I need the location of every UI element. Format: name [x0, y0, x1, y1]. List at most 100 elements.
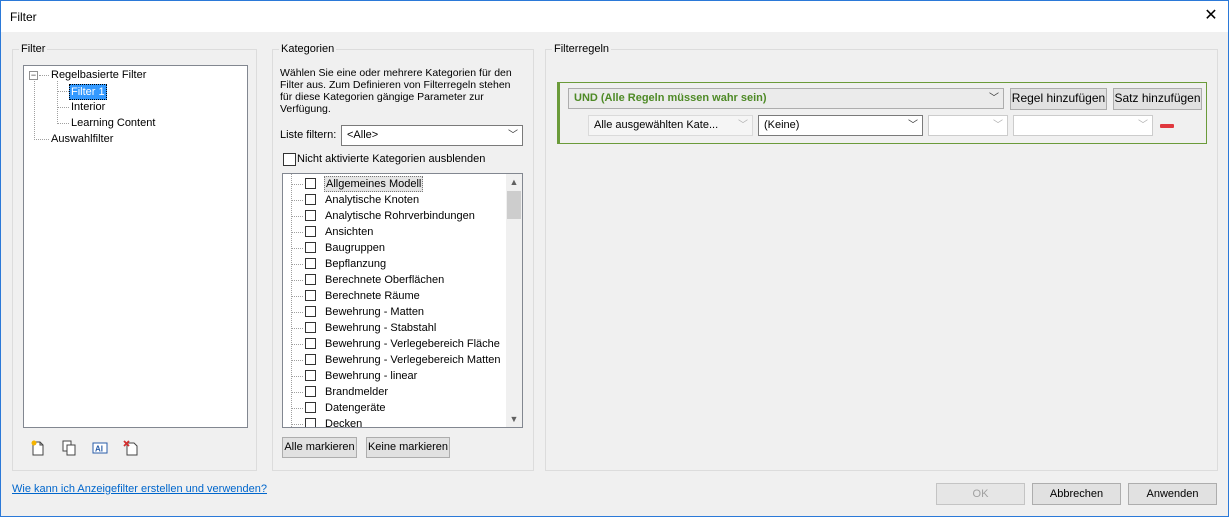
list-item[interactable]: Baugruppen — [283, 240, 505, 256]
new-filter-icon[interactable] — [30, 440, 46, 456]
category-checkbox[interactable] — [305, 210, 316, 221]
list-item[interactable]: Bewehrung - linear — [283, 368, 505, 384]
rule-category-value: Alle ausgewählten Kate... — [594, 119, 719, 131]
rule-parameter-value: (Keine) — [764, 119, 800, 131]
category-checkbox[interactable] — [305, 178, 316, 189]
category-checkbox[interactable] — [305, 258, 316, 269]
list-item[interactable]: Datengeräte — [283, 400, 505, 416]
add-set-button[interactable]: Satz hinzufügen — [1113, 88, 1202, 110]
rule-set: UND (Alle Regeln müssen wahr sein) ﹀ Reg… — [557, 82, 1207, 144]
hide-unchecked-checkbox[interactable] — [283, 153, 296, 166]
category-label: Allgemeines Modell — [324, 176, 424, 192]
chevron-down-icon: ﹀ — [508, 130, 518, 141]
help-link[interactable]: Wie kann ich Anzeigefilter erstellen und… — [12, 483, 267, 495]
category-checkbox[interactable] — [305, 290, 316, 301]
category-label: Bewehrung - Stabstahl — [325, 322, 437, 334]
list-item[interactable]: Berechnete Räume — [283, 288, 505, 304]
category-label: Baugruppen — [325, 242, 385, 254]
category-label: Datengeräte — [325, 402, 386, 414]
category-checkbox[interactable] — [305, 322, 316, 333]
category-label: Analytische Knoten — [325, 194, 420, 206]
list-item[interactable]: Bewehrung - Verlegebereich Fläche — [283, 336, 505, 352]
category-checkbox[interactable] — [305, 386, 316, 397]
category-checkbox[interactable] — [305, 338, 316, 349]
hide-unchecked-label[interactable]: Nicht aktivierte Kategorien ausblenden — [297, 153, 485, 165]
category-checkbox[interactable] — [305, 402, 316, 413]
tree-item-filter-1[interactable]: Filter 1 — [69, 84, 107, 100]
check-none-button[interactable]: Keine markieren — [366, 437, 450, 458]
scroll-up-icon[interactable]: ▲ — [506, 174, 522, 190]
list-item[interactable]: Bewehrung - Matten — [283, 304, 505, 320]
filter-tree[interactable]: − Regelbasierte Filter Filter 1 Interior… — [23, 65, 248, 428]
rule-operator-select[interactable]: ﹀ — [928, 115, 1008, 136]
category-checkbox[interactable] — [305, 226, 316, 237]
tree-item-learning-content[interactable]: Learning Content — [71, 116, 155, 130]
duplicate-filter-icon[interactable] — [61, 440, 77, 456]
add-rule-button[interactable]: Regel hinzufügen — [1010, 88, 1107, 110]
list-item[interactable]: Analytische Knoten — [283, 192, 505, 208]
list-item[interactable]: Berechnete Oberflächen — [283, 272, 505, 288]
tree-item-rule-based[interactable]: Regelbasierte Filter — [51, 68, 146, 82]
category-label: Bepflanzung — [325, 258, 387, 270]
category-label: Berechnete Räume — [325, 290, 420, 302]
apply-button[interactable]: Anwenden — [1128, 483, 1217, 505]
chevron-down-icon: ﹀ — [993, 120, 1003, 131]
title-bar: Filter ✕ — [1, 1, 1228, 32]
svg-text:AI: AI — [95, 445, 103, 454]
categories-scrollbar[interactable]: ▲ ▼ — [506, 174, 522, 427]
filter-dialog: Filter ✕ Filter − Regelbasierte Filter F… — [0, 0, 1229, 517]
category-label: Bewehrung - linear — [325, 370, 418, 382]
category-checkbox[interactable] — [305, 354, 316, 365]
dialog-title: Filter — [10, 10, 37, 24]
list-item[interactable]: Brandmelder — [283, 384, 505, 400]
category-label: Decken — [325, 418, 363, 428]
categories-description: Wählen Sie eine oder mehrere Kategorien … — [280, 67, 512, 115]
category-label: Analytische Rohrverbindungen — [325, 210, 475, 222]
tree-item-selection-filter[interactable]: Auswahlfilter — [51, 132, 113, 146]
categories-group-legend: Kategorien — [279, 43, 337, 56]
close-icon[interactable]: ✕ — [1200, 6, 1222, 26]
list-item[interactable]: Bepflanzung — [283, 256, 505, 272]
scroll-thumb[interactable] — [507, 191, 521, 219]
remove-rule-icon[interactable] — [1160, 124, 1174, 128]
category-checkbox[interactable] — [305, 274, 316, 285]
delete-filter-icon[interactable] — [123, 440, 139, 456]
category-label: Brandmelder — [325, 386, 388, 398]
filter-list-select[interactable]: <Alle> ﹀ — [341, 125, 523, 146]
rule-category-select[interactable]: Alle ausgewählten Kate... ﹀ — [588, 115, 753, 136]
category-label: Berechnete Oberflächen — [325, 274, 445, 286]
chevron-down-icon: ﹀ — [908, 120, 918, 131]
cancel-button[interactable]: Abbrechen — [1032, 483, 1121, 505]
filter-list-value: <Alle> — [347, 129, 379, 141]
category-label: Ansichten — [325, 226, 374, 238]
logic-select[interactable]: UND (Alle Regeln müssen wahr sein) ﹀ — [568, 88, 1004, 109]
category-checkbox[interactable] — [305, 306, 316, 317]
list-item[interactable]: Allgemeines Modell — [283, 176, 505, 192]
list-item[interactable]: Ansichten — [283, 224, 505, 240]
chevron-down-icon: ﹀ — [1138, 120, 1148, 131]
filter-list-label: Liste filtern: — [280, 129, 337, 141]
category-label: Bewehrung - Verlegebereich Fläche — [325, 338, 500, 350]
rule-value-select[interactable]: ﹀ — [1013, 115, 1153, 136]
category-checkbox[interactable] — [305, 194, 316, 205]
list-item[interactable]: Bewehrung - Stabstahl — [283, 320, 505, 336]
rename-filter-icon[interactable]: AI — [92, 440, 108, 456]
list-item[interactable]: Bewehrung - Verlegebereich Matten — [283, 352, 505, 368]
logic-value: UND (Alle Regeln müssen wahr sein) — [574, 92, 767, 104]
chevron-down-icon: ﹀ — [738, 120, 748, 131]
filter-group-legend: Filter — [19, 43, 48, 56]
tree-item-interior[interactable]: Interior — [71, 100, 105, 114]
category-label: Bewehrung - Matten — [325, 306, 425, 318]
list-item[interactable]: Analytische Rohrverbindungen — [283, 208, 505, 224]
rule-parameter-select[interactable]: (Keine) ﹀ — [758, 115, 923, 136]
category-checkbox[interactable] — [305, 418, 316, 427]
list-item[interactable]: Decken — [283, 416, 505, 428]
collapse-icon[interactable]: − — [29, 71, 38, 80]
category-checkbox[interactable] — [305, 242, 316, 253]
categories-list[interactable]: Allgemeines Modell Analytische Knoten An… — [282, 173, 523, 428]
category-label: Bewehrung - Verlegebereich Matten — [325, 354, 501, 366]
check-all-button[interactable]: Alle markieren — [282, 437, 357, 458]
category-checkbox[interactable] — [305, 370, 316, 381]
scroll-down-icon[interactable]: ▼ — [506, 411, 522, 427]
ok-button[interactable]: OK — [936, 483, 1025, 505]
